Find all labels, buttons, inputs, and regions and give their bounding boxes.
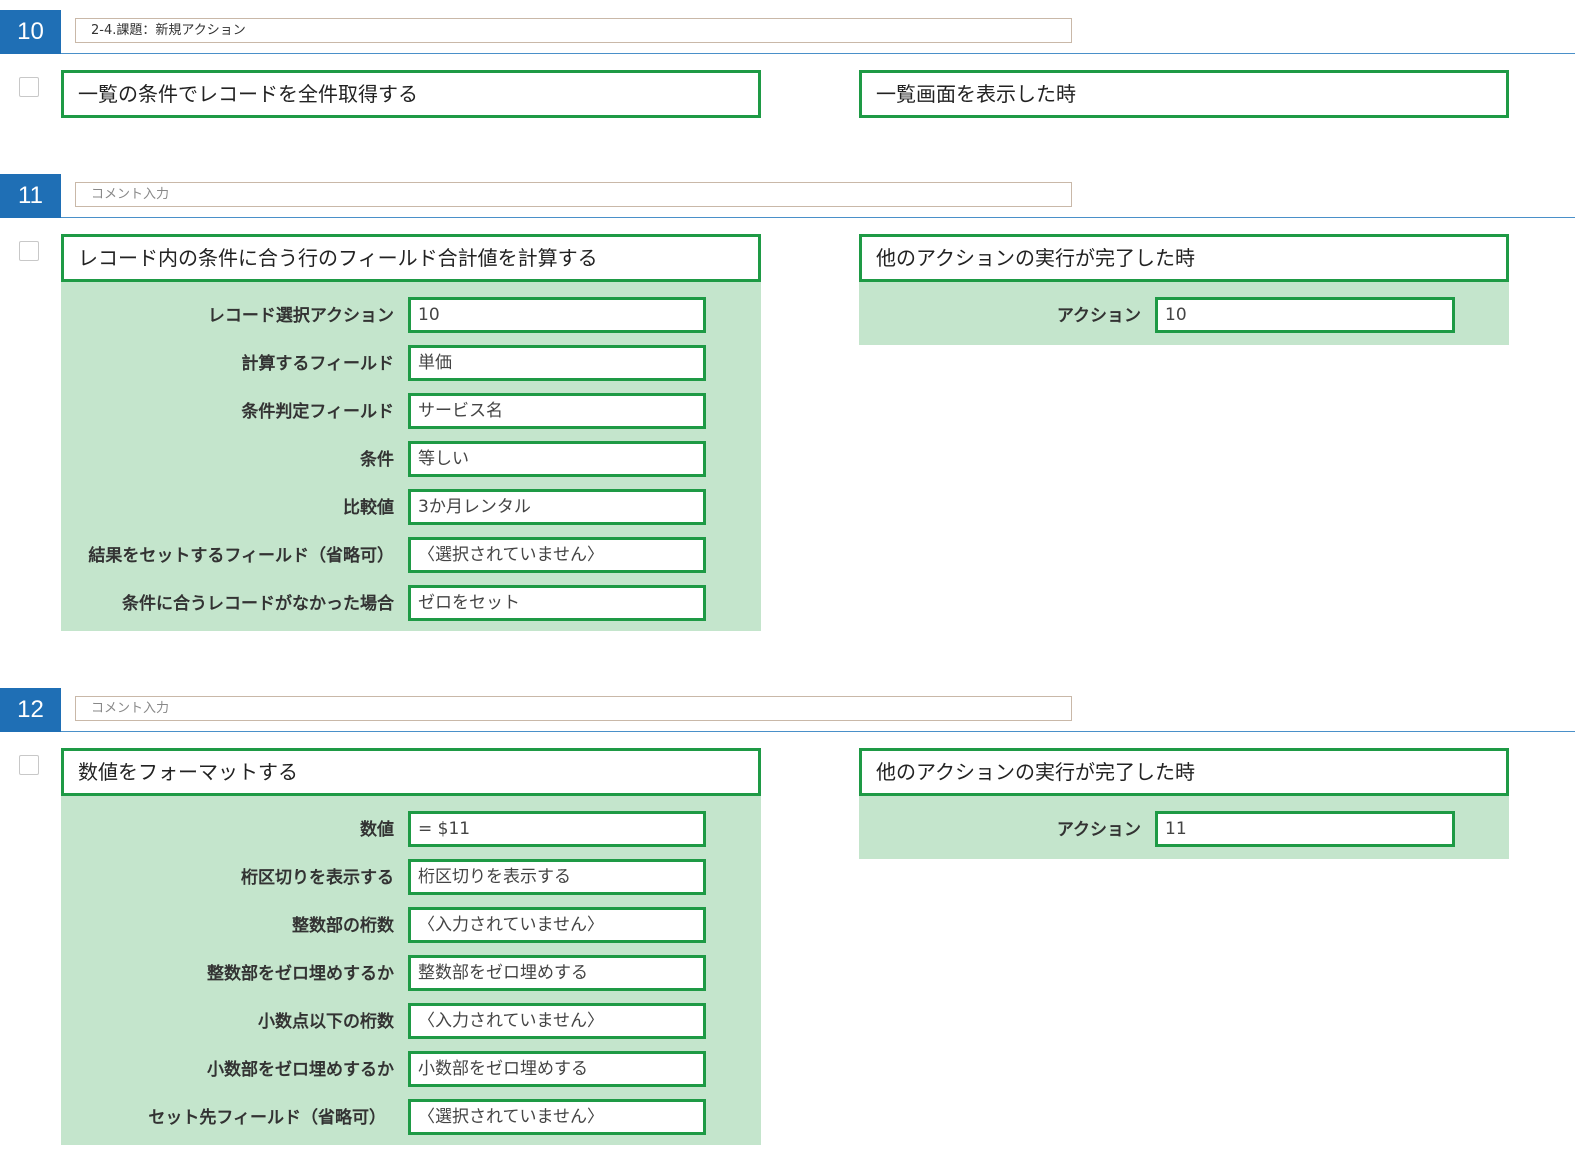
trigger-action-field[interactable]: 10 [1155, 297, 1455, 333]
field-label: 小数点以下の桁数 [258, 1012, 394, 1032]
step-number-badge: 10 [0, 10, 61, 54]
field-label: レコード選択アクション [207, 306, 394, 326]
field-label: セット先フィールド（省略可） [148, 1108, 386, 1128]
calc-field-select[interactable]: 単価 [408, 345, 706, 381]
field-label: 整数部の桁数 [292, 916, 394, 936]
step-select-checkbox[interactable] [19, 77, 39, 97]
field-label: 比較値 [343, 498, 394, 518]
step-header: 12 コメント入力 [0, 688, 1575, 732]
field-label: 結果をセットするフィールド（省略可） [88, 546, 394, 566]
field-label: アクション [1056, 306, 1141, 326]
step-divider [61, 53, 1575, 54]
field-label: アクション [1056, 820, 1141, 840]
trigger-fields: アクション 10 [859, 282, 1509, 345]
no-match-behavior-select[interactable]: ゼロをセット [408, 585, 706, 621]
step-header: 10 2-4.課題：新規アクション [0, 10, 1575, 54]
number-input[interactable]: = $11 [408, 811, 706, 847]
step-header: 11 コメント入力 [0, 174, 1575, 218]
field-label: 小数部をゼロ埋めするか [207, 1060, 394, 1080]
compare-value-input[interactable]: 3か月レンタル [408, 489, 706, 525]
action-title[interactable]: 数値をフォーマットする [61, 748, 761, 796]
target-field-select[interactable]: 〈選択されていません〉 [408, 1099, 706, 1135]
step-number-badge: 12 [0, 688, 61, 732]
integer-zero-pad-select[interactable]: 整数部をゼロ埋めする [408, 955, 706, 991]
comment-input[interactable]: 2-4.課題：新規アクション [75, 18, 1072, 43]
result-field-select[interactable]: 〈選択されていません〉 [408, 537, 706, 573]
step-select-checkbox[interactable] [19, 755, 39, 775]
decimal-zero-pad-select[interactable]: 小数部をゼロ埋めする [408, 1051, 706, 1087]
field-label: 条件に合うレコードがなかった場合 [122, 594, 394, 614]
comment-input[interactable]: コメント入力 [75, 696, 1072, 721]
field-label: 桁区切りを表示する [241, 868, 394, 888]
action-fields: レコード選択アクション 10 計算するフィールド 単価 条件判定フィールド サー… [61, 282, 761, 631]
comment-input[interactable]: コメント入力 [75, 182, 1072, 207]
action-fields: 数値 = $11 桁区切りを表示する 桁区切りを表示する 整数部の桁数 〈入力さ… [61, 796, 761, 1145]
action-title[interactable]: 一覧の条件でレコードを全件取得する [61, 70, 761, 118]
thousands-separator-select[interactable]: 桁区切りを表示する [408, 859, 706, 895]
condition-select[interactable]: 等しい [408, 441, 706, 477]
step-number-badge: 11 [0, 174, 61, 218]
field-label: 整数部をゼロ埋めするか [207, 964, 394, 984]
step-select-checkbox[interactable] [19, 241, 39, 261]
step-divider [61, 217, 1575, 218]
field-label: 条件 [360, 450, 394, 470]
record-select-action-field[interactable]: 10 [408, 297, 706, 333]
trigger-title[interactable]: 他のアクションの実行が完了した時 [859, 234, 1509, 282]
step-divider [61, 731, 1575, 732]
action-title[interactable]: レコード内の条件に合う行のフィールド合計値を計算する [61, 234, 761, 282]
integer-digits-input[interactable]: 〈入力されていません〉 [408, 907, 706, 943]
field-label: 計算するフィールド [241, 354, 394, 374]
condition-field-select[interactable]: サービス名 [408, 393, 706, 429]
trigger-title[interactable]: 他のアクションの実行が完了した時 [859, 748, 1509, 796]
trigger-fields: アクション 11 [859, 796, 1509, 859]
field-label: 数値 [360, 820, 394, 840]
trigger-title[interactable]: 一覧画面を表示した時 [859, 70, 1509, 118]
trigger-action-field[interactable]: 11 [1155, 811, 1455, 847]
decimal-digits-input[interactable]: 〈入力されていません〉 [408, 1003, 706, 1039]
field-label: 条件判定フィールド [241, 402, 394, 422]
